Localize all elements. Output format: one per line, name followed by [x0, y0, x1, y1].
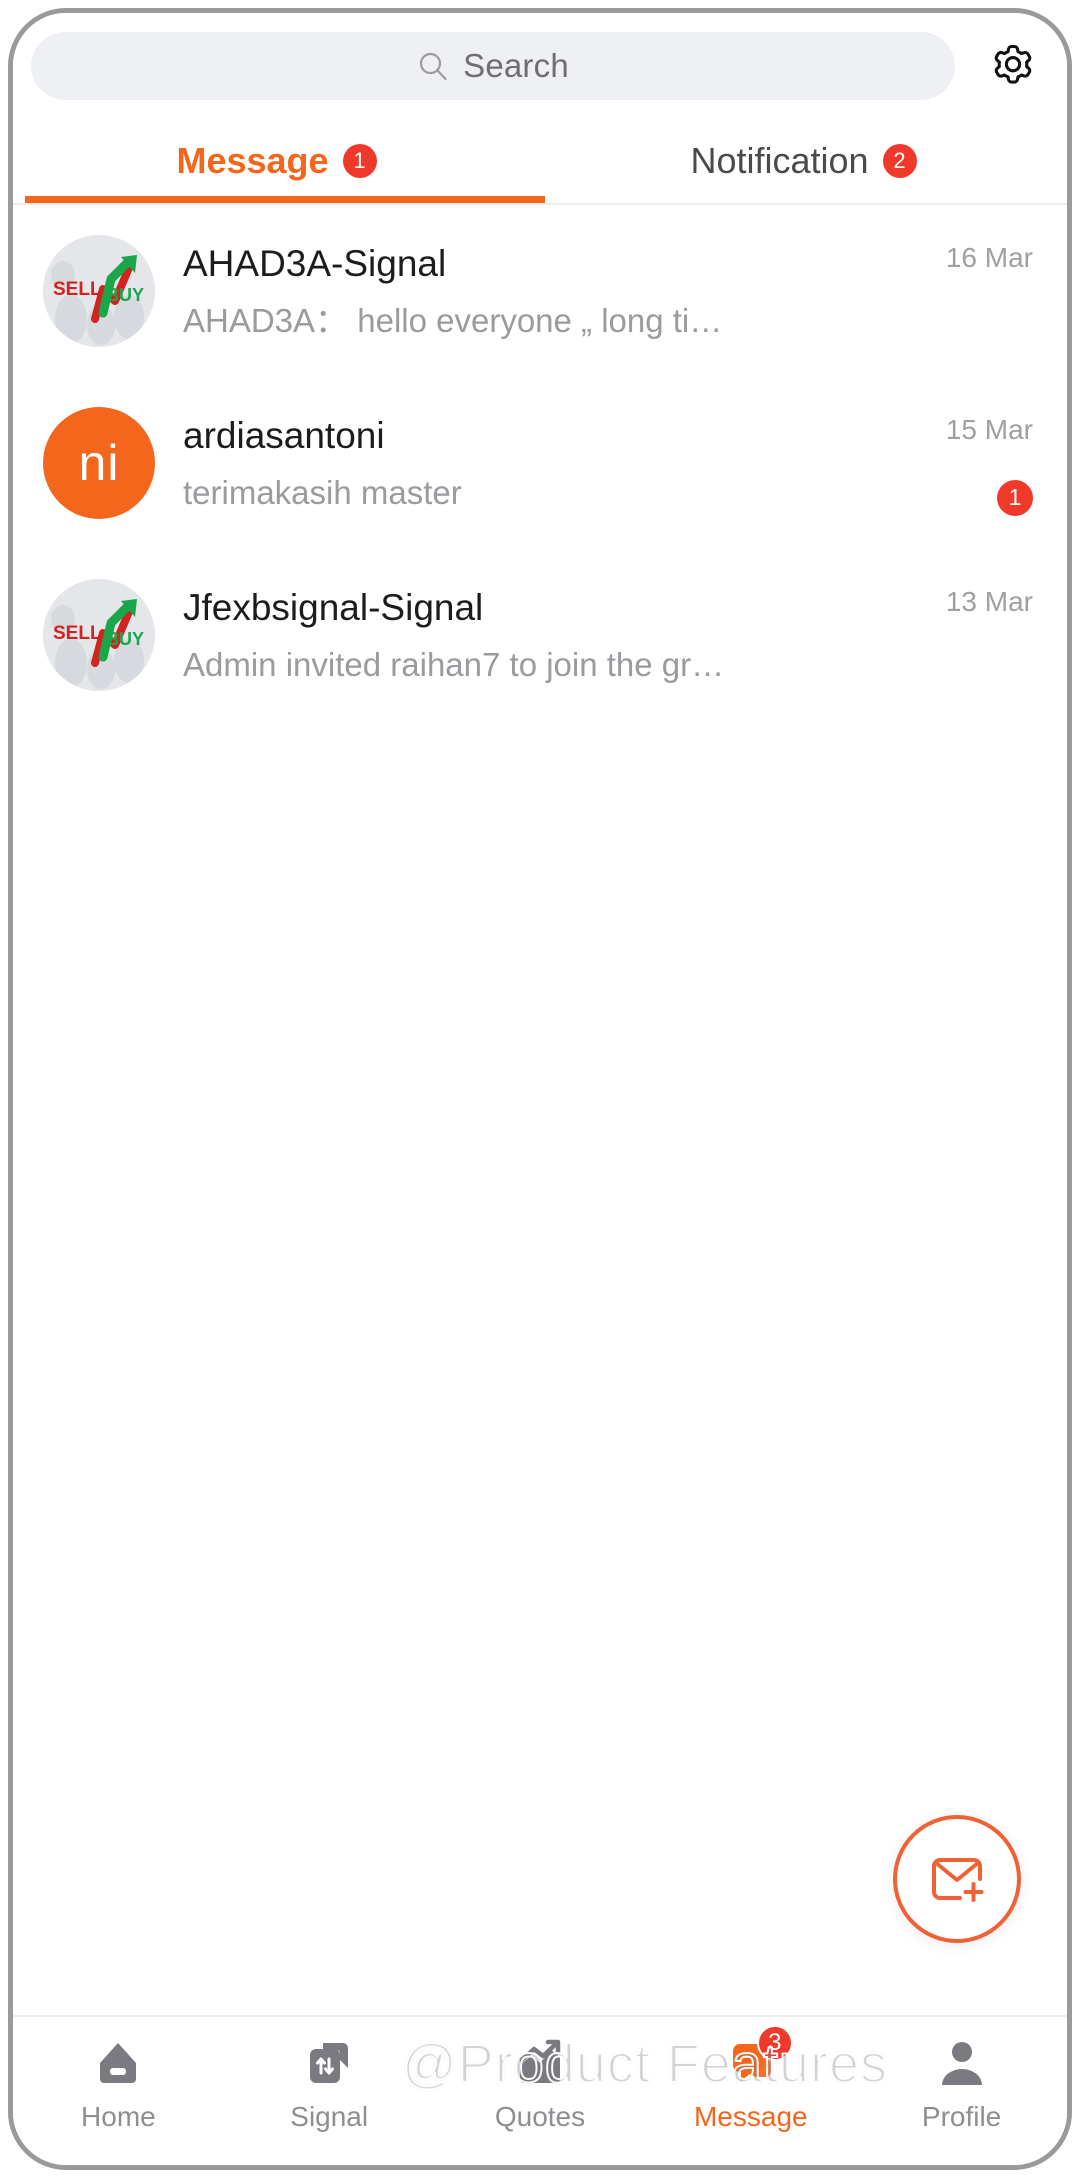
tab-message-badge: 1 — [342, 144, 377, 178]
message-preview-text: hello everyone „ long ti… — [357, 301, 723, 339]
search-input[interactable]: Search — [31, 32, 955, 100]
message-meta: 13 Mar — [903, 549, 1033, 721]
svg-text:SELL: SELL — [53, 623, 102, 644]
message-preview-sender: AHAD3A： — [183, 301, 349, 339]
compose-message-button[interactable] — [893, 1815, 1021, 1943]
nav-item-signal[interactable]: Signal — [224, 2035, 435, 2133]
home-icon — [90, 2035, 146, 2091]
message-meta: 16 Mar — [903, 205, 1033, 377]
search-icon — [417, 50, 449, 82]
tab-message[interactable]: Message 1 — [13, 119, 540, 203]
tab-notification-label: Notification — [690, 140, 869, 181]
top-bar: Search — [13, 13, 1067, 119]
signal-icon — [301, 2035, 357, 2091]
app-screen: Search Message 1 Notification 2 SELL BUY… — [13, 13, 1067, 2165]
quotes-icon — [512, 2035, 568, 2091]
message-content: Jfexbsignal-Signal Admin invited raihan7… — [183, 585, 903, 685]
bottom-navigation: Home Signal Quotes 3 Message Profile — [13, 2015, 1067, 2165]
nav-label-home: Home — [81, 2101, 156, 2132]
nav-label-profile: Profile — [921, 2101, 1002, 2132]
settings-button[interactable] — [981, 34, 1045, 98]
message-meta: 15 Mar 1 — [903, 377, 1033, 549]
tab-active-underline — [25, 196, 545, 203]
message-list-item[interactable]: SELL BUY Jfexbsignal-Signal Admin invite… — [13, 549, 1067, 721]
message-preview: terimakasih master — [183, 472, 887, 513]
avatar-initials: ni — [78, 435, 120, 491]
message-date: 13 Mar — [945, 586, 1033, 617]
tab-notification[interactable]: Notification 2 — [540, 119, 1067, 203]
svg-text:BUY: BUY — [106, 629, 144, 649]
gear-icon — [987, 40, 1039, 92]
search-placeholder-text: Search — [463, 47, 569, 84]
avatar: ni — [43, 407, 155, 519]
message-unread-badge: 1 — [997, 480, 1033, 516]
message-list-item[interactable]: ni ardiasantoni terimakasih master 15 Ma… — [13, 377, 1067, 549]
message-list[interactable]: SELL BUY AHAD3A-Signal AHAD3A： hello eve… — [13, 205, 1067, 2015]
nav-label-message: Message — [693, 2101, 808, 2132]
message-icon: 3 — [723, 2025, 793, 2091]
message-date: 15 Mar — [945, 414, 1033, 445]
message-title: AHAD3A-Signal — [183, 243, 447, 285]
svg-text:SELL: SELL — [53, 279, 102, 300]
tab-bar: Message 1 Notification 2 — [13, 119, 1067, 205]
message-preview-text: Admin invited raihan7 to join the gr… — [183, 645, 725, 683]
message-content: AHAD3A-Signal AHAD3A： hello everyone „ l… — [183, 241, 903, 341]
message-list-item[interactable]: SELL BUY AHAD3A-Signal AHAD3A： hello eve… — [13, 205, 1067, 377]
message-date: 16 Mar — [945, 242, 1033, 273]
nav-item-profile[interactable]: Profile — [856, 2035, 1067, 2133]
nav-item-message[interactable]: 3 Message — [645, 2025, 856, 2133]
avatar: SELL BUY — [43, 235, 155, 347]
nav-item-quotes[interactable]: Quotes — [435, 2035, 646, 2133]
tab-message-label: Message — [176, 140, 329, 181]
message-title: ardiasantoni — [183, 415, 385, 457]
avatar: SELL BUY — [43, 579, 155, 691]
mail-plus-icon — [926, 1848, 988, 1910]
message-preview-text: terimakasih master — [183, 473, 462, 511]
message-preview: Admin invited raihan7 to join the gr… — [183, 644, 887, 685]
message-content: ardiasantoni terimakasih master — [183, 413, 903, 513]
phone-frame: Search Message 1 Notification 2 SELL BUY… — [8, 8, 1072, 2170]
profile-icon — [934, 2035, 990, 2091]
nav-label-signal: Signal — [290, 2101, 369, 2132]
tab-notification-badge: 2 — [882, 144, 917, 178]
nav-message-badge: 3 — [756, 2025, 793, 2061]
svg-text:BUY: BUY — [106, 285, 144, 305]
nav-label-quotes: Quotes — [494, 2101, 586, 2132]
message-title: Jfexbsignal-Signal — [183, 587, 484, 629]
message-preview: AHAD3A： hello everyone „ long ti… — [183, 300, 887, 341]
nav-item-home[interactable]: Home — [13, 2035, 224, 2133]
